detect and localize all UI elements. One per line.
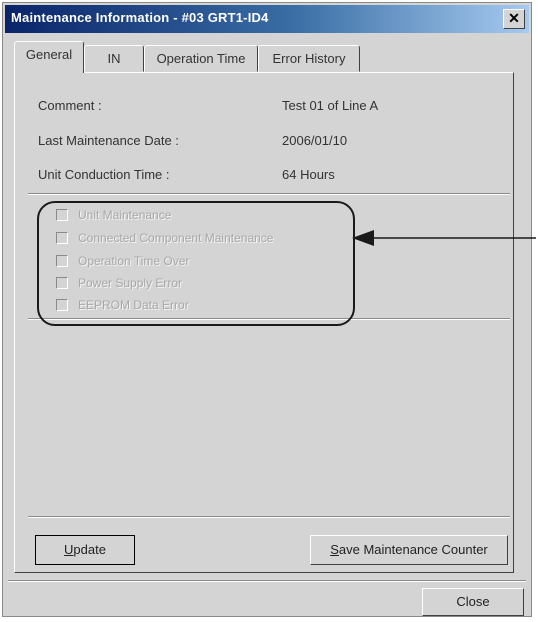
save-label: ave Maintenance Counter [338, 542, 488, 557]
conduction-time-label: Unit Conduction Time : [38, 167, 170, 182]
tab-error-history[interactable]: Error History [258, 45, 360, 72]
arrow-left-icon [352, 230, 536, 246]
tab-operation-time-label: Operation Time [156, 51, 246, 66]
tab-error-history-label: Error History [272, 51, 346, 66]
conduction-time-value: 64 Hours [282, 167, 335, 182]
title-bar[interactable]: Maintenance Information - #03 GRT1-ID4 ✕ [5, 5, 529, 33]
callout-outline [37, 201, 355, 326]
tab-in[interactable]: IN [84, 45, 144, 72]
separator-top [28, 193, 510, 195]
save-maintenance-counter-button[interactable]: Save Maintenance Counter [310, 535, 508, 565]
tab-general-label: General [25, 47, 73, 62]
update-button[interactable]: Update [35, 535, 135, 565]
separator-footer [8, 580, 526, 582]
comment-value: Test 01 of Line A [282, 98, 379, 113]
last-maintenance-label: Last Maintenance Date : [38, 133, 179, 148]
save-accel: S [330, 542, 339, 557]
separator-bottom [28, 516, 510, 518]
tab-in-label: IN [107, 51, 121, 66]
tab-general[interactable]: General [14, 41, 84, 73]
tab-operation-time[interactable]: Operation Time [144, 45, 258, 72]
last-maintenance-value: 2006/01/10 [282, 133, 348, 148]
update-label: pdate [73, 542, 106, 557]
close-button[interactable]: Close [422, 588, 524, 616]
close-label: Close [456, 594, 490, 609]
close-icon[interactable]: ✕ [503, 9, 525, 29]
update-accel: U [64, 542, 74, 557]
comment-label: Comment : [38, 98, 102, 113]
window-title: Maintenance Information - #03 GRT1-ID4 [11, 10, 269, 25]
